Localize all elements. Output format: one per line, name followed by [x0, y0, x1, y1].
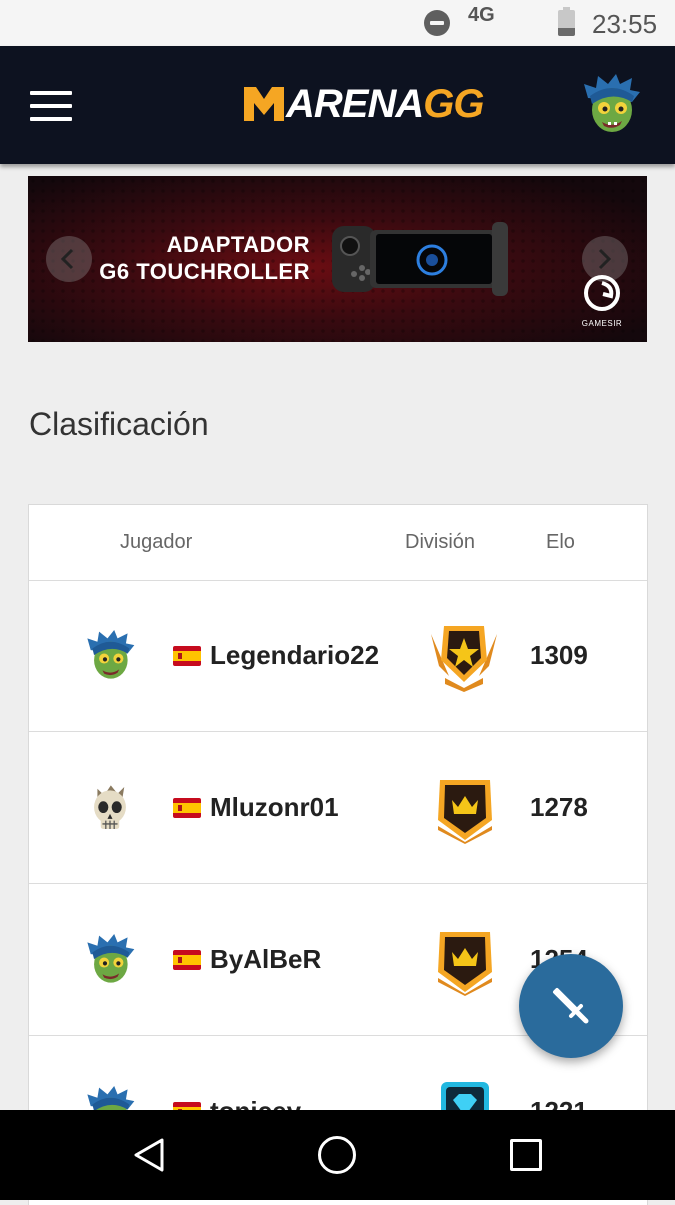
arena-gg-logo[interactable]: ARENAGG [242, 79, 484, 129]
promo-banner[interactable]: ADAPTADOR G6 TOUCHROLLER GAMESIR [28, 176, 647, 342]
app-header: ARENAGG [0, 46, 675, 164]
skull-avatar-icon [94, 785, 126, 829]
logo-text-main: ARENA [286, 81, 424, 126]
player-name[interactable]: Mluzonr01 [210, 792, 339, 823]
user-avatar[interactable] [582, 74, 640, 136]
brand-name: GAMESIR [581, 319, 623, 328]
battery-icon [558, 7, 575, 36]
column-header-division: División [405, 531, 476, 553]
table-row[interactable]: Legendario22 1309 [29, 580, 647, 732]
challenge-fab-button[interactable] [519, 954, 623, 1058]
spain-flag-icon [173, 798, 201, 818]
logo-mark-icon [244, 87, 284, 121]
spain-flag-icon [173, 950, 201, 970]
zombie-avatar-icon [584, 74, 640, 132]
recent-apps-icon[interactable] [510, 1139, 542, 1171]
clock: 23:55 [592, 9, 658, 39]
spain-flag-icon [173, 646, 201, 666]
home-icon[interactable] [318, 1136, 356, 1174]
controller-image [332, 222, 508, 296]
logo-text-accent: GG [423, 81, 484, 126]
banner-prev-button[interactable] [46, 236, 92, 282]
status-bar: 4G 23:55 [0, 0, 675, 46]
do-not-disturb-icon [424, 10, 450, 36]
zombie-avatar-icon [87, 934, 135, 983]
column-header-elo: Elo [546, 531, 575, 553]
menu-icon[interactable] [30, 91, 72, 121]
division-crown-icon [438, 932, 492, 996]
player-elo: 1309 [530, 640, 588, 670]
brand-logo: GAMESIR [576, 274, 628, 328]
chevron-left-icon [60, 248, 74, 270]
player-name[interactable]: Legendario22 [210, 640, 379, 671]
column-header-player: Jugador [120, 531, 193, 553]
system-nav-bar [0, 1110, 675, 1200]
page-title: Clasificación [29, 406, 209, 442]
player-name[interactable]: ByAlBeR [210, 944, 321, 975]
player-elo: 1278 [530, 792, 588, 822]
banner-line-1: ADAPTADOR [166, 232, 310, 257]
zombie-avatar-icon [87, 630, 135, 679]
table-row[interactable]: Mluzonr01 1278 [29, 732, 647, 884]
chevron-right-icon [598, 248, 612, 270]
banner-line-2: G6 TOUCHROLLER [99, 259, 310, 284]
division-star-winged-icon [431, 626, 497, 692]
ranking-table: Jugador División Elo Legendario22 1309 M… [28, 504, 648, 1205]
table-header: Jugador División Elo [29, 505, 647, 581]
gamesir-logo-icon [584, 275, 620, 311]
network-type: 4G [468, 4, 495, 26]
division-crown-icon [438, 780, 492, 844]
sword-icon [553, 988, 589, 1024]
back-icon[interactable] [132, 1137, 166, 1173]
